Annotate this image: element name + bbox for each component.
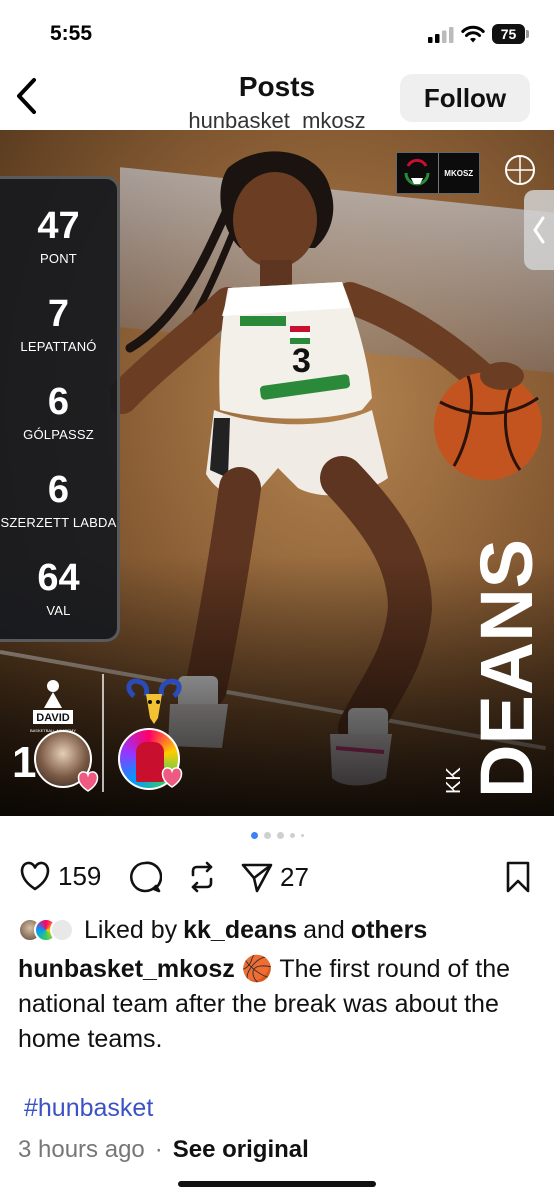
repost-icon bbox=[191, 861, 213, 893]
header: Posts hunbasket_mkosz Follow bbox=[0, 62, 554, 133]
comment-button[interactable] bbox=[128, 860, 162, 894]
liked-by-user[interactable]: kk_deans bbox=[183, 916, 297, 945]
side-panel-tab[interactable] bbox=[524, 190, 554, 270]
stat-value: 6 bbox=[47, 469, 70, 511]
separator: · bbox=[154, 1136, 163, 1163]
bookmark-icon bbox=[506, 861, 530, 893]
stat-efficiency: 64 VAL bbox=[0, 557, 117, 618]
repost-button[interactable] bbox=[186, 860, 218, 894]
liker-avatars bbox=[18, 916, 78, 944]
federation-logo: MKOSZ bbox=[396, 152, 480, 194]
post-image[interactable]: 3 47 PONT 7 LEPATTANÓ 6 GÓLPASSZ 6 SZERZ… bbox=[0, 130, 554, 816]
liked-by-connector: and bbox=[303, 915, 345, 944]
liker-avatar bbox=[50, 918, 74, 942]
share-button[interactable]: 27 bbox=[240, 860, 309, 894]
stat-rebounds: 7 LEPATTANÓ bbox=[0, 293, 117, 354]
david-academy-logo: DAVID BASKETBALL ACADEMY bbox=[30, 680, 76, 733]
shares-count: 27 bbox=[280, 861, 309, 892]
likes-count: 159 bbox=[58, 860, 102, 891]
carousel-dot bbox=[250, 832, 258, 839]
liked-by-prefix: Liked by bbox=[84, 915, 178, 944]
time-ago: 3 hours ago bbox=[18, 1136, 145, 1163]
carousel-dot bbox=[263, 832, 271, 839]
ram-team-logo bbox=[126, 678, 182, 724]
divider bbox=[102, 674, 104, 792]
carousel-dots bbox=[0, 832, 554, 839]
bookmark-button[interactable] bbox=[504, 860, 532, 894]
carousel-dot bbox=[300, 834, 304, 837]
svg-text:3: 3 bbox=[292, 342, 311, 380]
signal-icon bbox=[428, 27, 454, 43]
stat-points: 47 PONT bbox=[0, 205, 117, 266]
basketball-emoji: 🏀 bbox=[241, 955, 273, 983]
action-bar: 159 27 bbox=[0, 852, 554, 900]
svg-text:KK: KK bbox=[443, 767, 465, 794]
stat-value: 47 bbox=[37, 205, 80, 247]
mkosz-logo-text: MKOSZ bbox=[444, 168, 474, 178]
follow-button[interactable]: Follow bbox=[400, 74, 530, 122]
wifi-icon bbox=[461, 25, 485, 43]
stat-value: 6 bbox=[47, 381, 70, 423]
stats-panel: 47 PONT 7 LEPATTANÓ 6 GÓLPASSZ 6 SZERZET… bbox=[0, 176, 120, 642]
liked-by-others[interactable]: others bbox=[351, 916, 427, 945]
heart-icon bbox=[161, 767, 183, 788]
jersey-number: 1 bbox=[12, 738, 37, 787]
stat-label: PONT bbox=[40, 251, 77, 266]
stat-label: VAL bbox=[46, 603, 71, 618]
chevron-left-icon bbox=[533, 216, 545, 244]
carousel-dot bbox=[276, 832, 284, 839]
stat-value: 7 bbox=[47, 293, 70, 335]
stat-label: LEPATTANÓ bbox=[20, 339, 97, 354]
post-meta: 3 hours ago · See original bbox=[18, 1136, 309, 1164]
heart-icon bbox=[20, 861, 50, 891]
caption-username[interactable]: hunbasket_mkosz bbox=[18, 955, 235, 983]
stat-value: 64 bbox=[37, 557, 80, 599]
liked-by-row[interactable]: Liked by kk_deans and others bbox=[18, 912, 538, 948]
hungary-ball-logo bbox=[397, 153, 438, 193]
send-icon bbox=[241, 863, 273, 893]
caption: hunbasket_mkosz 🏀 The first round of the… bbox=[18, 952, 538, 1057]
stat-label: GÓLPASSZ bbox=[23, 427, 94, 442]
like-button[interactable]: 159 bbox=[18, 860, 101, 892]
stat-label: SZERZETT LABDA bbox=[0, 515, 117, 530]
svg-text:DAVID: DAVID bbox=[36, 712, 69, 724]
see-original-link[interactable]: See original bbox=[173, 1136, 309, 1164]
stat-assists: 6 GÓLPASSZ bbox=[0, 381, 117, 442]
comment-icon bbox=[129, 861, 162, 893]
heart-icon bbox=[77, 771, 99, 792]
svg-text:DEANS: DEANS bbox=[470, 539, 548, 798]
hashtag-link[interactable]: #hunbasket bbox=[24, 1094, 153, 1123]
home-indicator[interactable] bbox=[178, 1181, 376, 1187]
battery-icon: 75 bbox=[492, 24, 529, 44]
player-first-name: KK bbox=[443, 767, 465, 794]
status-bar: 5:55 75 bbox=[0, 0, 554, 62]
player-last-name: DEANS bbox=[470, 539, 548, 798]
carousel-dot bbox=[289, 833, 295, 838]
status-time: 5:55 bbox=[50, 22, 93, 45]
stat-steals: 6 SZERZETT LABDA bbox=[0, 469, 117, 530]
